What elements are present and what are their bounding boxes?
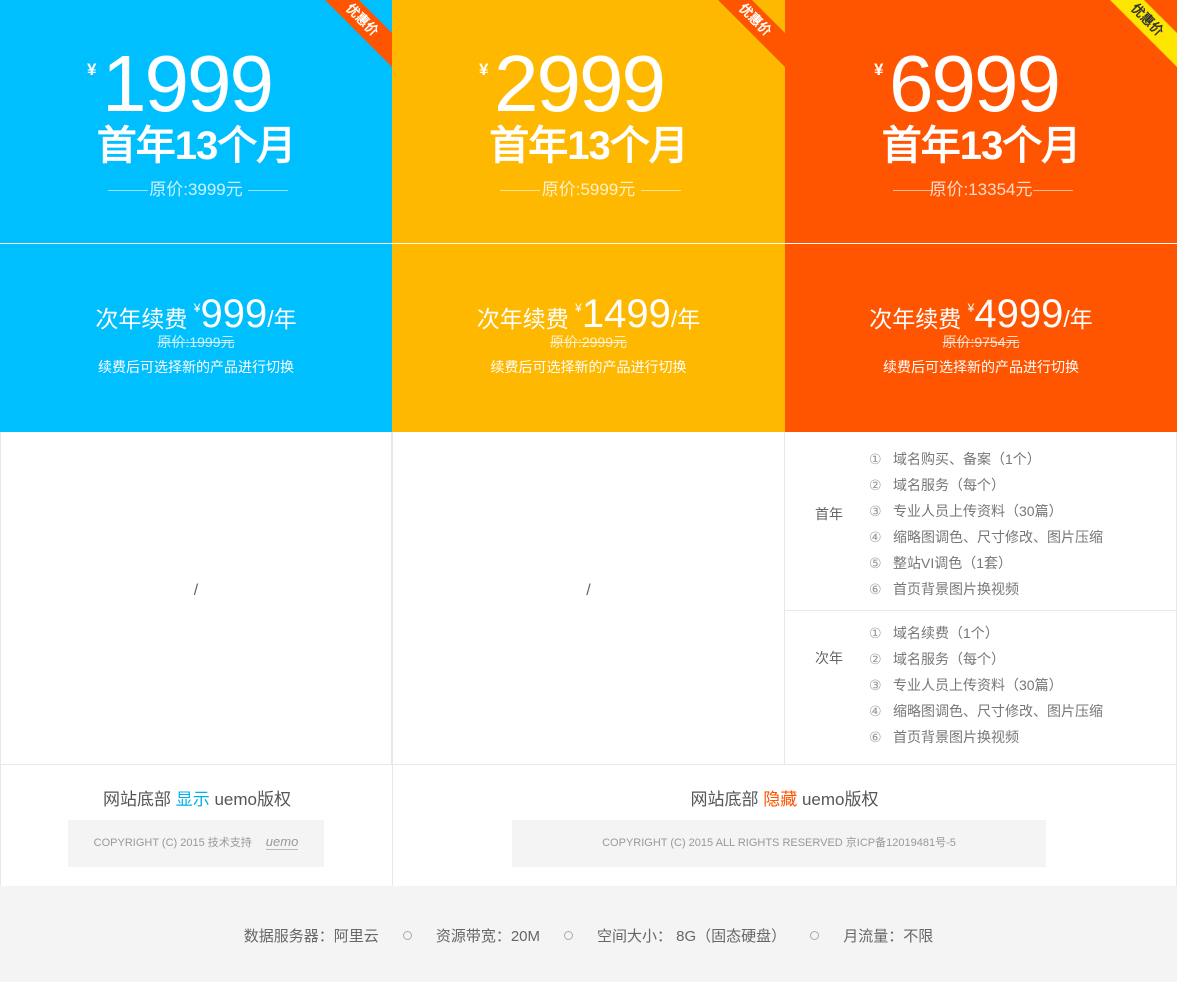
original-price: 原价:5999元	[392, 180, 785, 200]
plan-price-panel: 优惠价 ¥ 2999 首年13个月 原价:5999元	[392, 0, 785, 243]
list-item: ① 域名购买、备案（1个）	[869, 451, 1041, 467]
second-year-label: 次年	[815, 650, 843, 666]
currency-symbol: ¥	[874, 60, 884, 79]
plan-period: 首年13个月	[881, 124, 1082, 168]
renewal-price: 次年续费 ¥999/年	[95, 292, 297, 336]
currency-symbol: ¥	[479, 60, 489, 79]
services-panel: /	[392, 432, 785, 764]
renewal-original-price: 原价:9754元	[942, 334, 1020, 350]
spec-server: 数据服务器：阿里云	[243, 928, 379, 945]
services-panel: /	[0, 432, 392, 764]
copyright-preview: COPYRIGHT (C) 2015 ALL RIGHTS RESERVED 京…	[512, 820, 1046, 867]
first-year-list: ① 域名购买、备案（1个） ② 域名服务（每个） ③ 专业人员上传资料（30篇） ④缩…	[869, 446, 1103, 602]
server-specs-footer: 数据服务器：阿里云 资源带宽：20M 空间大小： 8G（固态硬盘） 月流量：不限	[0, 886, 1177, 982]
separator-dot	[810, 930, 820, 940]
copyright-visible-title: 网站底部 显示 uemo版权	[103, 790, 291, 809]
list-item: ⑥ 首页背景图片换视频	[869, 581, 1019, 597]
first-year-label: 首年	[815, 506, 843, 522]
list-item: ③ 专业人员上传资料（30篇）	[869, 503, 1063, 519]
list-item: ③ 专业人员上传资料（30篇）	[869, 677, 1063, 693]
list-item: ④ 缩略图调色、尺寸修改、图片压缩	[869, 529, 1103, 545]
separator-dot	[402, 930, 412, 940]
renewal-note: 续费后可选择新的产品进行切换	[98, 359, 294, 375]
renewal-note: 续费后可选择新的产品进行切换	[883, 359, 1079, 375]
copyright-hidden-title: 网站底部 隐藏 uemo版权	[690, 790, 879, 809]
no-services: /	[586, 582, 591, 599]
first-year-services: 首年 ① 域名购买、备案（1个） ② 域名服务（每个） ③ 专业人员上传资料（30篇）…	[785, 432, 1176, 611]
list-item: ② 域名服务（每个）	[869, 477, 1005, 493]
no-services: /	[193, 582, 199, 599]
list-item: ① 域名续费（1个）	[869, 625, 999, 641]
plan-price-panel: 优惠价 ¥ 1999 首年13个月 原价:3999元	[0, 0, 392, 243]
list-item: ⑤ 整站VI调色（1套）	[869, 555, 1013, 571]
renewal-price: 次年续费 ¥1499/年	[476, 292, 701, 336]
copyright-visible-option: 网站底部 显示 uemo版权 COPYRIGHT (C) 2015 技术支持 ue…	[0, 764, 393, 886]
copyright-preview: COPYRIGHT (C) 2015 技术支持 uemo	[68, 820, 324, 867]
renewal-panel: 次年续费 ¥4999/年 原价:9754元 续费后可选择新的产品进行切换	[785, 244, 1177, 432]
copyright-hidden-option: 网站底部 隐藏 uemo版权 COPYRIGHT (C) 2015 ALL RI…	[392, 764, 1177, 886]
renewal-original-price: 原价:1999元	[157, 334, 235, 350]
list-item: ⑥ 首页背景图片换视频	[869, 729, 1019, 745]
services-panel: 首年 ① 域名购买、备案（1个） ② 域名服务（每个） ③ 专业人员上传资料（30篇）…	[785, 432, 1177, 764]
plan-price: 2999	[494, 39, 666, 128]
second-year-services: 次年 ① 域名续费（1个） ② 域名服务（每个） ③ 专业人员上传资料（30篇） ④缩…	[785, 610, 1176, 764]
original-price: 原价:13354元	[785, 180, 1177, 200]
renewal-original-price: 原价:2999元	[549, 334, 628, 350]
plan-price: 6999	[889, 39, 1061, 128]
plan-price-panel: 优惠价 ¥ 6999 首年13个月 原价:13354元	[785, 0, 1177, 243]
list-item: ② 域名服务（每个）	[869, 651, 1005, 667]
second-year-list: ① 域名续费（1个） ② 域名服务（每个） ③ 专业人员上传资料（30篇） ④ 缩略图调…	[869, 620, 1103, 750]
spec-traffic: 月流量：不限	[843, 928, 934, 945]
original-price: 原价:3999元	[0, 180, 392, 200]
renewal-panel: 次年续费 ¥1499/年 原价:2999元 续费后可选择新的产品进行切换	[392, 244, 785, 432]
plan-price: 1999	[102, 39, 274, 128]
separator-dot	[564, 930, 573, 940]
renewal-panel: 次年续费 ¥999/年 原价:1999元 续费后可选择新的产品进行切换	[0, 244, 392, 432]
spec-storage: 空间大小： 8G（固态硬盘）	[597, 928, 787, 945]
plan-period: 首年13个月	[489, 124, 689, 168]
uemo-logo: uemo	[265, 834, 299, 850]
renewal-price: 次年续费 ¥4999/年	[869, 292, 1093, 336]
plan-period: 首年13个月	[96, 124, 297, 168]
spec-bandwidth: 资源带宽：20M	[435, 928, 540, 945]
renewal-note: 续费后可选择新的产品进行切换	[490, 359, 687, 375]
list-item: ④ 缩略图调色、尺寸修改、图片压缩	[869, 703, 1103, 719]
currency-symbol: ¥	[87, 60, 97, 79]
